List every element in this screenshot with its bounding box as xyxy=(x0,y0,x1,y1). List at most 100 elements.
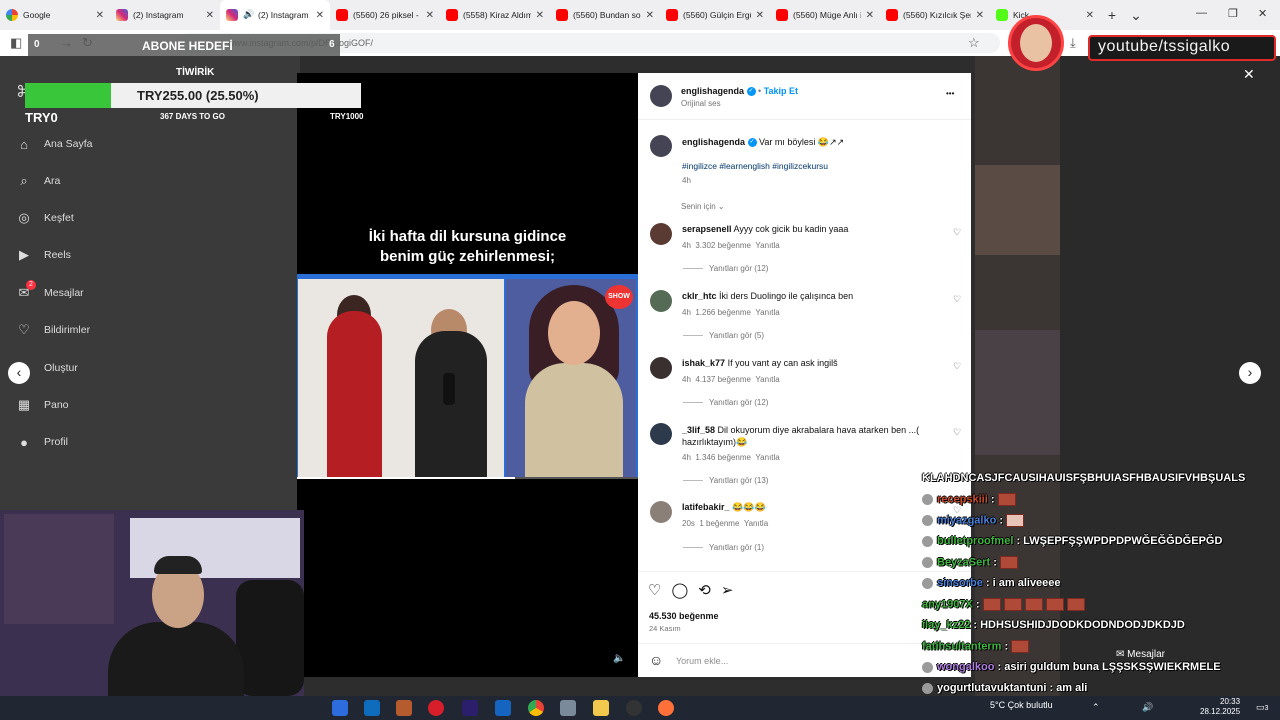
close-window-icon[interactable]: ✕ xyxy=(1258,7,1267,20)
mute-icon[interactable]: 🔈 xyxy=(613,653,625,664)
comment-bubble-icon[interactable]: ◯ xyxy=(671,581,688,599)
reply-button[interactable]: Yanıtla xyxy=(755,308,779,317)
new-tab-button[interactable]: + xyxy=(1100,7,1124,23)
browser-tab[interactable]: (5560) 26 piksel - Yo✕ xyxy=(330,0,440,30)
minimize-icon[interactable]: — xyxy=(1196,7,1207,19)
comment-like-icon[interactable]: ♡ xyxy=(953,361,961,372)
sidebar-item-messages[interactable]: ✉ 2 Mesajlar xyxy=(16,280,84,301)
outlook-icon[interactable] xyxy=(364,700,380,716)
reply-button[interactable]: Yanıtla xyxy=(755,453,779,462)
chrome-icon[interactable] xyxy=(528,700,544,716)
reply-button[interactable]: Yanıtla xyxy=(755,375,779,384)
sidebar-item-explore[interactable]: ◎ Keşfet xyxy=(16,210,73,226)
view-replies-button[interactable]: Yanıtları gör (5) xyxy=(683,331,764,340)
like-heart-icon[interactable]: ♡ xyxy=(648,581,661,599)
background-thumbnail xyxy=(975,165,1060,255)
comment-input[interactable]: Yorum ekle... xyxy=(676,656,728,666)
close-modal-icon[interactable]: ✕ xyxy=(1243,66,1255,83)
sidebar-toggle-icon[interactable]: ◧ xyxy=(10,35,22,51)
close-tab-icon[interactable]: ✕ xyxy=(976,10,984,21)
browser-tab[interactable]: (5560) Bundan sonra✕ xyxy=(550,0,660,30)
video-progress-bar[interactable] xyxy=(297,477,638,479)
close-tab-icon[interactable]: ✕ xyxy=(866,10,874,21)
hashtags[interactable]: #ingilizce #learnenglish #ingilizcekursu xyxy=(682,161,828,171)
close-tab-icon[interactable]: ✕ xyxy=(206,10,214,21)
volume-icon[interactable]: 🔊 xyxy=(1142,702,1153,713)
browser-tab[interactable]: (5558) Kiraz Aldım D✕ xyxy=(440,0,550,30)
reel-video[interactable]: İki hafta dil kursuna gidince benim güç z… xyxy=(297,73,638,677)
comment-like-icon[interactable]: ♡ xyxy=(953,427,961,438)
more-options-icon[interactable]: ••• xyxy=(946,89,954,98)
repost-icon[interactable]: ⟲ xyxy=(698,581,711,599)
notification-icon[interactable]: ▭3 xyxy=(1256,702,1268,713)
sidebar-item-search[interactable]: ⌕ Ara xyxy=(16,173,60,189)
firefox-icon[interactable] xyxy=(658,700,674,716)
follow-button[interactable]: Takip Et xyxy=(764,86,798,96)
premiere-icon[interactable] xyxy=(462,700,478,716)
browser-tab[interactable]: (5560) Gülçin Ergül ✕ xyxy=(660,0,770,30)
system-clock[interactable]: 20:33 28.12.2025 xyxy=(1200,697,1240,717)
comment-like-icon[interactable]: ♡ xyxy=(953,294,961,305)
sidebar-item-notifications[interactable]: ♡ Bildirimler xyxy=(16,322,90,338)
sidebar-item-reels[interactable]: ▶ Reels xyxy=(16,247,71,263)
view-replies-button[interactable]: Yanıtları gör (1) xyxy=(683,543,764,552)
youtube-icon xyxy=(776,9,788,21)
browser-tab[interactable]: Google ✕ xyxy=(0,0,110,30)
file-explorer-icon[interactable] xyxy=(593,700,609,716)
commenter-avatar[interactable] xyxy=(650,290,672,312)
sidebar-item-home[interactable]: ⌂ Ana Sayfa xyxy=(16,136,92,152)
opera-icon[interactable] xyxy=(428,700,444,716)
bookmark-star-icon[interactable]: ☆ xyxy=(968,35,980,51)
comment-like-icon[interactable]: ♡ xyxy=(953,227,961,238)
emoji-icon[interactable]: ☺ xyxy=(649,652,663,668)
share-send-icon[interactable]: ➢ xyxy=(721,581,734,599)
streamer-body xyxy=(108,622,244,696)
maximize-icon[interactable]: ❐ xyxy=(1228,7,1238,20)
browser-tab[interactable]: (5560) Müge Anlı ile✕ xyxy=(770,0,880,30)
like-count[interactable]: 45.530 beğenme xyxy=(649,611,719,621)
view-replies-button[interactable]: Yanıtları gör (12) xyxy=(683,398,768,407)
comment-body: serapsenell Ayyy cok gicik bu kadin yaaa xyxy=(682,224,849,234)
tab-list-chevron-icon[interactable]: ⌄ xyxy=(1124,7,1148,24)
commenter-avatar[interactable] xyxy=(650,357,672,379)
obs-icon[interactable] xyxy=(626,700,642,716)
author-avatar[interactable] xyxy=(650,85,672,107)
divider xyxy=(638,571,971,572)
weather-widget[interactable]: 5°C Çok bulutlu xyxy=(990,700,1053,710)
taskbar-app-icon[interactable] xyxy=(396,700,412,716)
audio-label[interactable]: Orijinal ses xyxy=(681,99,721,108)
next-post-arrow-icon[interactable]: › xyxy=(1239,362,1261,384)
sidebar-item-profile[interactable]: ● Profil xyxy=(16,434,68,450)
speaker-icon[interactable]: 🔊 xyxy=(243,9,254,21)
instagram-messages-button[interactable]: ✉ Mesajlar xyxy=(1116,649,1165,660)
close-tab-icon[interactable]: ✕ xyxy=(756,10,764,21)
close-tab-icon[interactable]: ✕ xyxy=(426,10,434,21)
close-tab-icon[interactable]: ✕ xyxy=(1086,10,1094,21)
taskbar-app-icon[interactable] xyxy=(495,700,511,716)
close-tab-icon[interactable]: ✕ xyxy=(316,10,324,21)
reply-button[interactable]: Yanıtla xyxy=(755,241,779,250)
close-tab-icon[interactable]: ✕ xyxy=(536,10,544,21)
browser-tab[interactable]: (5560) Kızılcık Şerbe✕ xyxy=(880,0,990,30)
author-avatar[interactable] xyxy=(650,135,672,157)
sidebar-item-dashboard[interactable]: ▦ Pano xyxy=(16,397,69,413)
taskbar-app-icon[interactable] xyxy=(332,700,348,716)
browser-tab-active[interactable]: 🔊 (2) Instagram ✕ xyxy=(220,0,330,30)
donation-progress-fill xyxy=(25,83,111,108)
close-tab-icon[interactable]: ✕ xyxy=(646,10,654,21)
tray-chevron-icon[interactable]: ⌃ xyxy=(1092,702,1100,713)
commenter-avatar[interactable] xyxy=(650,423,672,445)
previous-post-arrow-icon[interactable]: ‹ xyxy=(8,362,30,384)
reply-button[interactable]: Yanıtla xyxy=(744,519,768,528)
commenter-avatar[interactable] xyxy=(650,223,672,245)
browser-tab[interactable]: (2) Instagram ✕ xyxy=(110,0,220,30)
view-replies-button[interactable]: Yanıtları gör (13) xyxy=(683,476,768,485)
close-tab-icon[interactable]: ✕ xyxy=(96,10,104,21)
view-replies-button[interactable]: Yanıtları gör (12) xyxy=(683,264,768,273)
messenger-icon: ✉ xyxy=(1116,649,1125,660)
commenter-avatar[interactable] xyxy=(650,501,672,523)
sort-dropdown[interactable]: Senin için ⌄ xyxy=(681,202,725,211)
author-username[interactable]: englishagenda xyxy=(681,86,744,96)
download-icon[interactable]: ⤓ xyxy=(1070,35,1076,51)
taskbar-app-icon[interactable] xyxy=(560,700,576,716)
